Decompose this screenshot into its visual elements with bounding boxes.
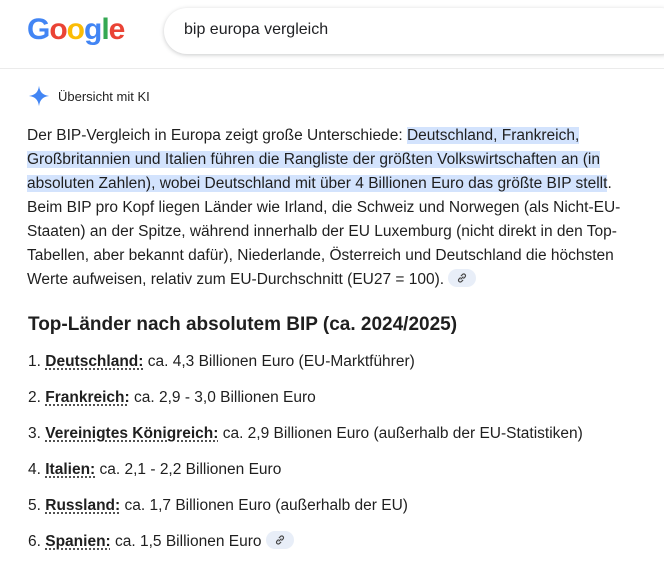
- list-item: 2. Frankreich: ca. 2,9 - 3,0 Billionen E…: [28, 389, 316, 406]
- list-item: 4. Italien: ca. 2,1 - 2,2 Billionen Euro: [28, 461, 282, 478]
- ai-overview-label: Übersicht mit KI: [58, 88, 150, 104]
- search-box[interactable]: [164, 8, 664, 54]
- source-link-chip[interactable]: [265, 531, 294, 549]
- country-term[interactable]: Deutschland:: [45, 353, 143, 370]
- section-heading: Top-Länder nach absolutem BIP (ca. 2024/…: [28, 314, 458, 335]
- ai-overview-header: Übersicht mit KI: [28, 84, 150, 108]
- country-term[interactable]: Russland:: [45, 497, 120, 514]
- country-term[interactable]: Spanien:: [45, 533, 110, 550]
- gdp-ranking-list: 1. Deutschland: ca. 4,3 Billionen Euro (…: [28, 350, 648, 566]
- search-input[interactable]: [184, 21, 644, 39]
- link-icon: [458, 273, 467, 283]
- list-item: 6. Spanien: ca. 1,5 Billionen Euro: [28, 530, 648, 566]
- google-logo[interactable]: Google: [27, 13, 125, 47]
- ai-summary-paragraph: Der BIP-Vergleich in Europa zeigt große …: [27, 127, 621, 288]
- link-icon: [275, 535, 284, 545]
- country-term[interactable]: Vereinigtes Königreich:: [45, 425, 218, 442]
- list-item: 3. Vereinigtes Königreich: ca. 2,9 Billi…: [28, 425, 583, 442]
- sparkle-icon: [28, 85, 50, 107]
- list-item: 5. Russland: ca. 1,7 Billionen Euro (auß…: [28, 497, 408, 514]
- source-link-chip[interactable]: [448, 269, 477, 287]
- country-term[interactable]: Frankreich:: [45, 389, 129, 406]
- country-term[interactable]: Italien:: [45, 461, 95, 478]
- list-item: 1. Deutschland: ca. 4,3 Billionen Euro (…: [28, 353, 415, 370]
- top-bar: Google: [0, 0, 664, 69]
